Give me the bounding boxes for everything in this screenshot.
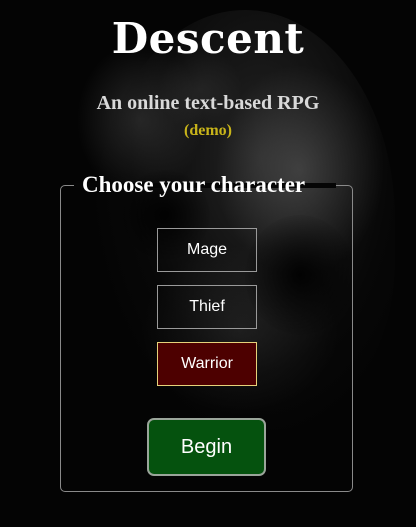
warrior-button[interactable]: Warrior <box>157 342 257 386</box>
begin-button[interactable]: Begin <box>147 418 266 476</box>
character-legend: Choose your character <box>82 172 306 197</box>
app-subtitle: An online text-based RPG <box>96 92 320 114</box>
mage-button[interactable]: Mage <box>157 228 257 272</box>
page: Descent An online text-based RPG (demo) … <box>0 0 416 527</box>
app-title: Descent <box>111 14 305 63</box>
demo-tag: (demo) <box>184 122 232 139</box>
thief-button[interactable]: Thief <box>157 285 257 329</box>
